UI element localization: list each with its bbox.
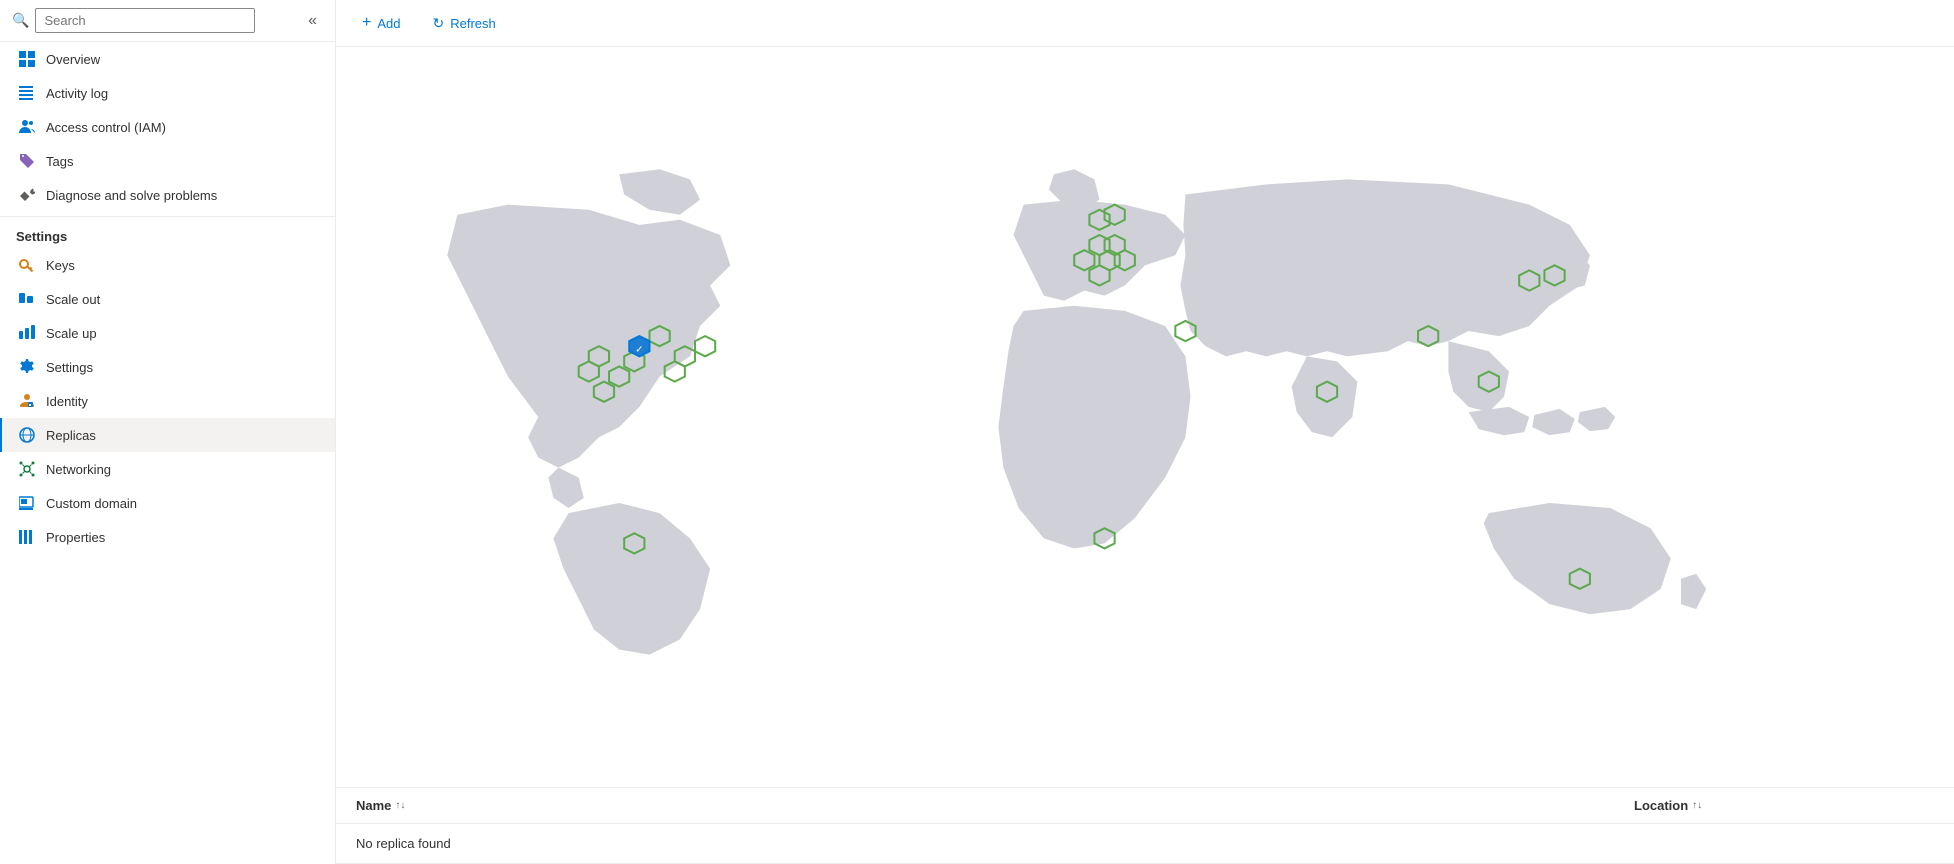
column-location[interactable]: Location ↑↓ [1634,798,1934,813]
properties-label: Properties [46,530,105,545]
nav-tags[interactable]: Tags [0,144,335,178]
toolbar: + Add ↻ Refresh [336,0,1954,47]
nav-settings[interactable]: Settings [0,350,335,384]
scaleup-icon [18,324,36,342]
search-bar: 🔍 « [0,0,335,42]
sidebar: 🔍 « Overview Activity log Access control… [0,0,336,864]
scaleout-icon [18,290,36,308]
nav-custom-domain[interactable]: Custom domain [0,486,335,520]
svg-text:✓: ✓ [635,344,643,355]
keys-label: Keys [46,258,75,273]
table-header: Name ↑↓ Location ↑↓ [336,788,1954,824]
scale-up-label: Scale up [46,326,97,341]
refresh-label: Refresh [450,16,496,31]
nav-networking[interactable]: Networking [0,452,335,486]
search-input[interactable] [35,8,255,33]
activity-log-label: Activity log [46,86,108,101]
access-control-label: Access control (IAM) [46,120,166,135]
main-content: + Add ↻ Refresh [336,0,1954,864]
domain-icon [18,494,36,512]
settings-label: Settings [46,360,93,375]
location-sort-icon[interactable]: ↑↓ [1692,800,1702,811]
tags-label: Tags [46,154,73,169]
people-icon [18,118,36,136]
refresh-icon: ↻ [432,15,444,32]
add-label: Add [377,16,400,31]
key-icon [18,256,36,274]
replicas-icon [18,426,36,444]
empty-message: No replica found [336,824,1954,864]
nav-properties[interactable]: Properties [0,520,335,554]
column-name[interactable]: Name ↑↓ [356,798,1634,813]
name-sort-icon[interactable]: ↑↓ [395,800,405,811]
wrench-icon [18,186,36,204]
nav-keys[interactable]: Keys [0,248,335,282]
settings-section-header: Settings [0,216,335,248]
nav-diagnose[interactable]: Diagnose and solve problems [0,178,335,212]
custom-domain-label: Custom domain [46,496,137,511]
name-column-label: Name [356,798,391,813]
nav-scale-up[interactable]: Scale up [0,316,335,350]
collapse-button[interactable]: « [302,10,323,32]
nav-replicas[interactable]: Replicas [0,418,335,452]
add-icon: + [362,14,371,32]
replicas-table: Name ↑↓ Location ↑↓ No replica found [336,787,1954,864]
overview-label: Overview [46,52,100,67]
gear-icon [18,358,36,376]
nav-access-control[interactable]: Access control (IAM) [0,110,335,144]
world-map: ✓ [336,47,1954,787]
networking-icon [18,460,36,478]
add-button[interactable]: + Add [356,10,406,36]
nav-activity-log[interactable]: Activity log [0,76,335,110]
location-column-label: Location [1634,798,1688,813]
list-icon [18,84,36,102]
nav-overview[interactable]: Overview [0,42,335,76]
properties-icon [18,528,36,546]
identity-icon [18,392,36,410]
nav-identity[interactable]: Identity [0,384,335,418]
search-icon: 🔍 [12,12,29,29]
nav-scale-out[interactable]: Scale out [0,282,335,316]
diagnose-label: Diagnose and solve problems [46,188,217,203]
replicas-label: Replicas [46,428,96,443]
refresh-button[interactable]: ↻ Refresh [426,11,501,36]
networking-label: Networking [46,462,111,477]
identity-label: Identity [46,394,88,409]
scale-out-label: Scale out [46,292,100,307]
tag-icon [18,152,36,170]
grid-icon [18,50,36,68]
